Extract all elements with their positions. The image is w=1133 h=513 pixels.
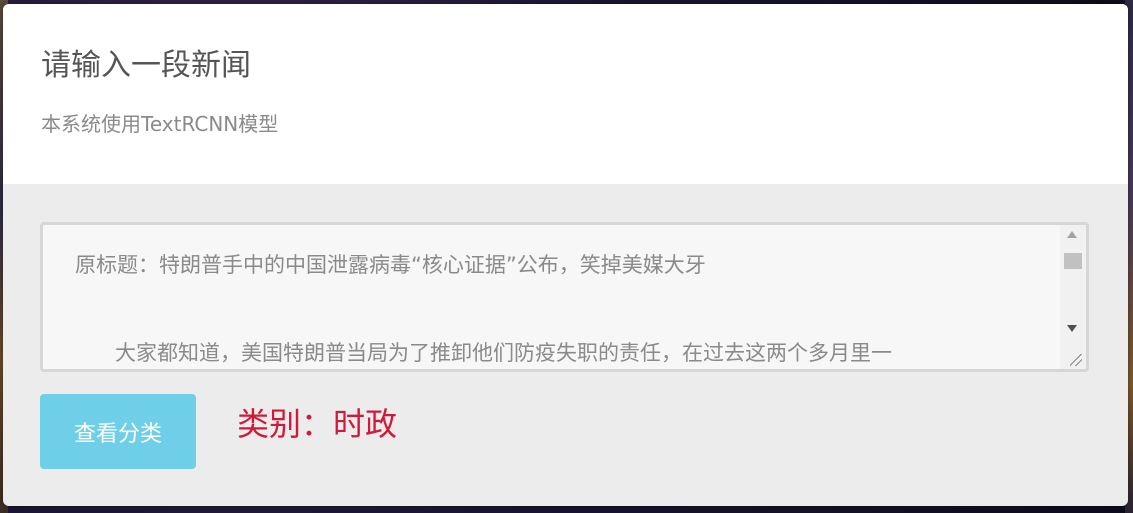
classify-button[interactable]: 查看分类: [40, 394, 196, 469]
news-classifier-card: 请输入一段新闻 本系统使用TextRCNN模型 原标题：特朗普手中的中国泄露病毒…: [3, 4, 1128, 506]
card-header: 请输入一段新闻 本系统使用TextRCNN模型: [3, 4, 1128, 184]
page-subtitle: 本系统使用TextRCNN模型: [41, 112, 279, 136]
news-textarea-content[interactable]: 原标题：特朗普手中的中国泄露病毒“核心证据”公布，笑掉美媒大牙 大家都知道，美国…: [75, 243, 1055, 369]
classification-result: 类别：时政: [237, 405, 398, 443]
news-line-body: 大家都知道，美国特朗普当局为了推卸他们防疫失职的责任，在过去这两个多月里一: [75, 341, 893, 365]
news-textarea[interactable]: 原标题：特朗普手中的中国泄露病毒“核心证据”公布，笑掉美媒大牙 大家都知道，美国…: [40, 222, 1089, 372]
news-line-title: 原标题：特朗普手中的中国泄露病毒“核心证据”公布，笑掉美媒大牙: [75, 253, 706, 277]
news-line-blank: [75, 287, 1055, 331]
scroll-up-arrow-icon[interactable]: [1067, 231, 1077, 238]
scroll-thumb[interactable]: [1064, 253, 1082, 269]
scroll-down-arrow-icon[interactable]: [1067, 325, 1077, 332]
page-title: 请输入一段新闻: [41, 48, 251, 83]
textarea-scrollbar[interactable]: [1060, 225, 1086, 369]
resize-handle-icon[interactable]: [1070, 354, 1082, 366]
